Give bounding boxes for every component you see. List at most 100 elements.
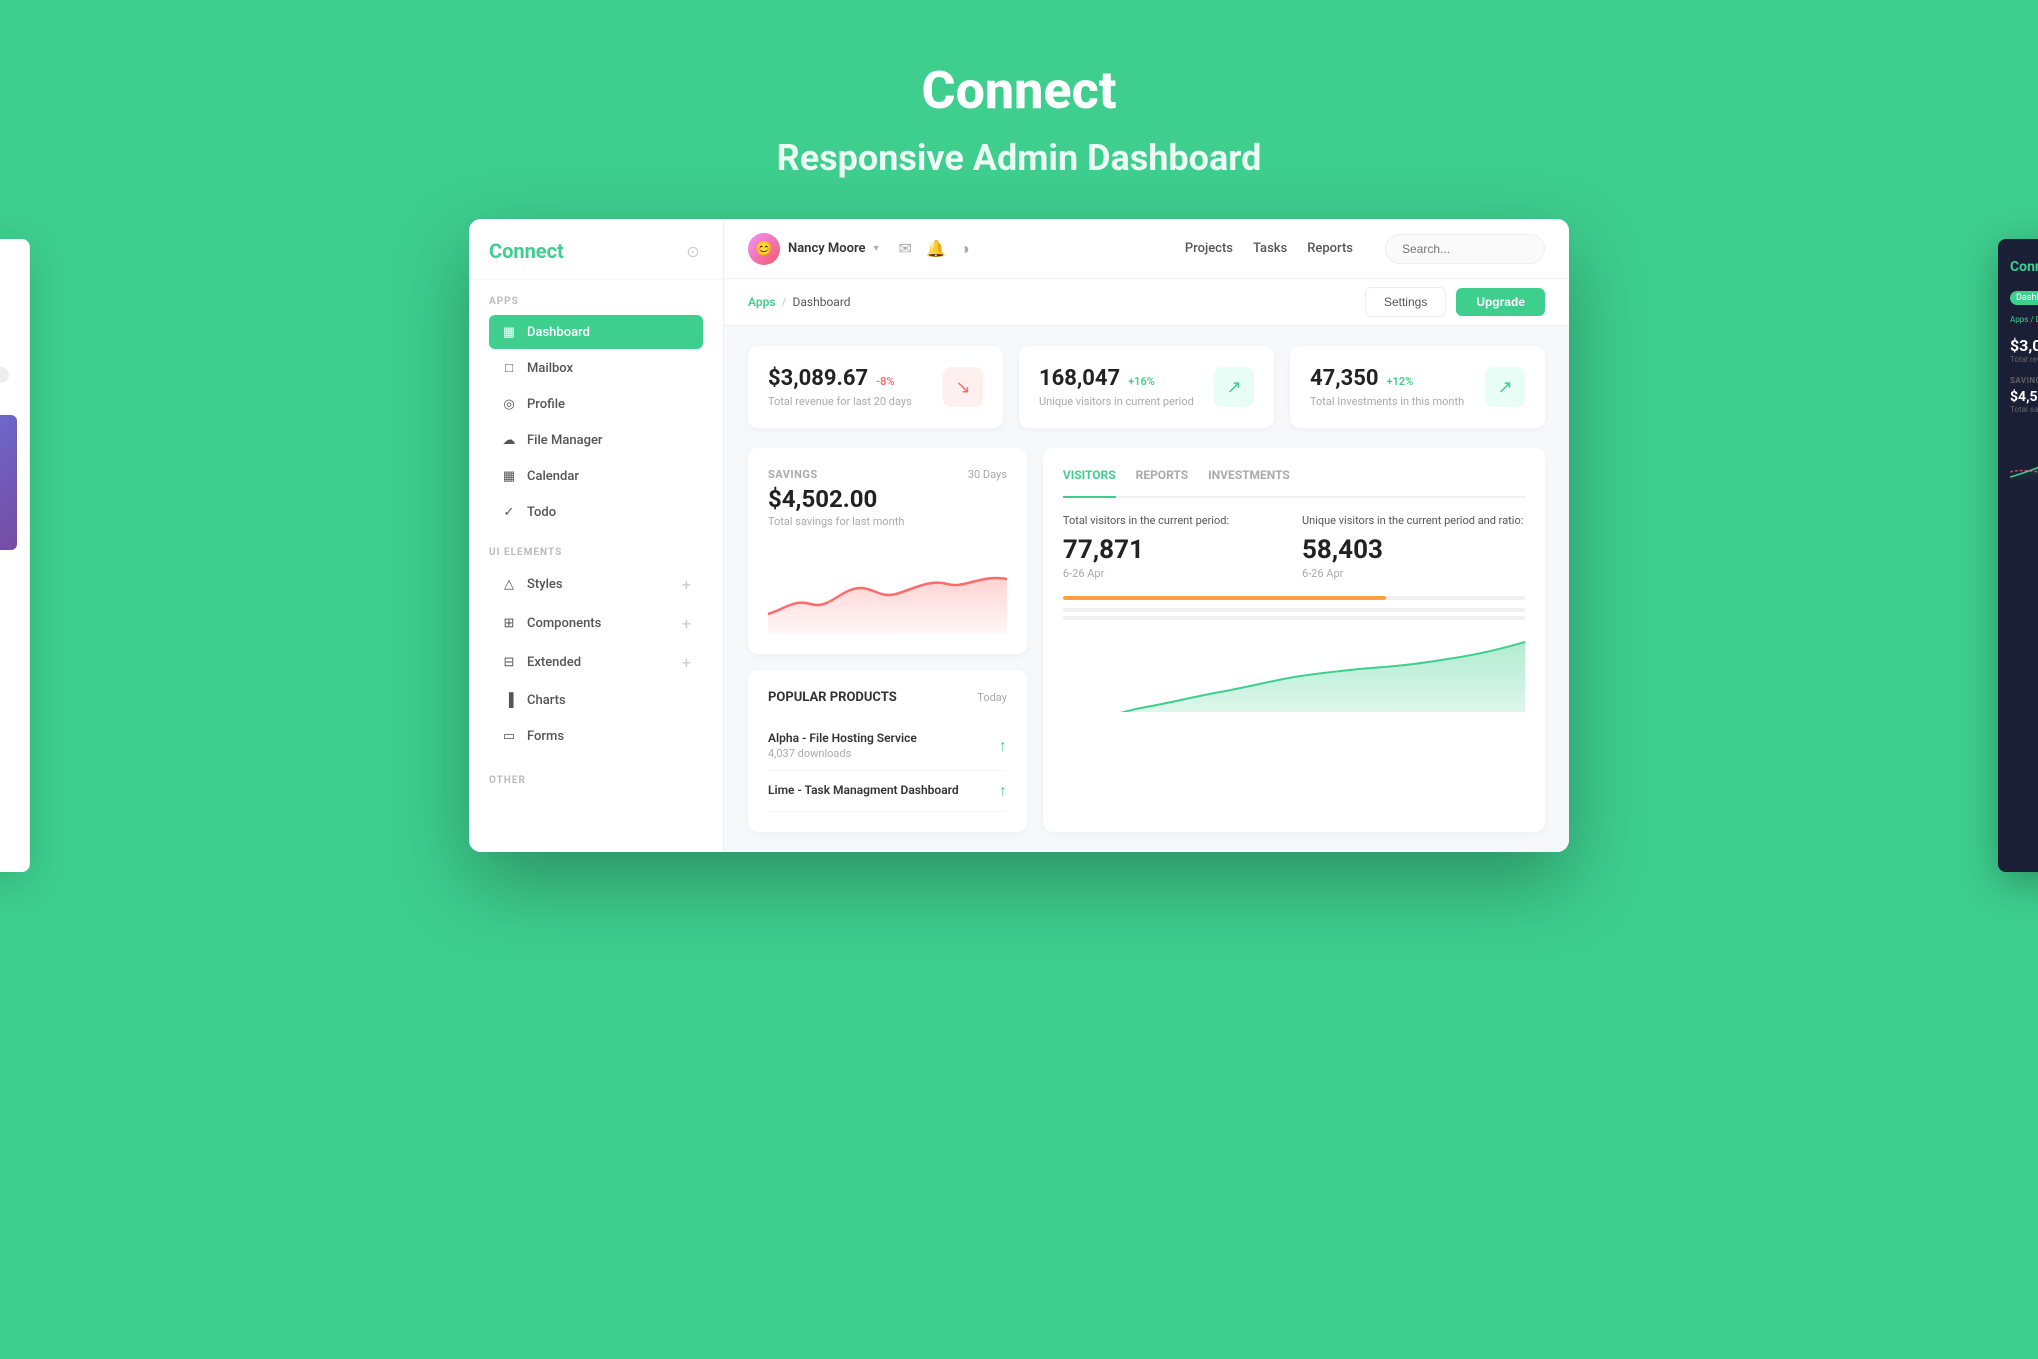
sidebar-item-profile[interactable]: ◎ Profile: [489, 387, 703, 421]
sidebar-item-styles[interactable]: △ Styles +: [489, 566, 703, 603]
stat-investments-value: 47,350: [1310, 366, 1379, 391]
sidebar-item-charts[interactable]: ▐ Charts: [489, 683, 703, 717]
extended-plus-icon: +: [682, 653, 691, 672]
mail-topbar-icon[interactable]: ✉: [899, 239, 912, 258]
ui-section-label: UI ELEMENTS: [489, 547, 703, 558]
folders-label: FOLDERS: [0, 591, 17, 601]
nav-reports[interactable]: Reports: [1307, 241, 1353, 256]
stat-revenue-badge: -8%: [876, 375, 894, 388]
savings-title: SAVINGS: [768, 468, 818, 481]
forms-icon: ▭: [501, 728, 517, 744]
extended-icon: ⊟: [501, 655, 517, 671]
sidebar-item-mailbox[interactable]: □ Mailbox: [489, 351, 703, 385]
dark-stat-label: Total revenue for last 20 days: [2010, 355, 2038, 364]
file-tab-extended[interactable]: Extended: [0, 367, 9, 383]
dark-chart-area: Apps: [2010, 422, 2038, 482]
dashboard-wrapper: Connect ⊙ APPS ▦ Dashboard □ Mailbox ◎ P…: [469, 219, 1569, 852]
sidebar-item-extended[interactable]: ⊟ Extended +: [489, 644, 703, 681]
search-input[interactable]: [1385, 234, 1545, 264]
stat-visitors-left: 168,047 +16% Unique visitors in current …: [1039, 366, 1194, 408]
visitors-unique-period: 6-26 Apr: [1302, 567, 1525, 580]
sidebar-item-dashboard[interactable]: ▦ Dashboard: [489, 315, 703, 349]
sidebar-item-forms[interactable]: ▭ Forms: [489, 719, 703, 753]
mailbox-icon: □: [501, 360, 517, 376]
hero-title: Connect: [20, 60, 2018, 121]
stat-investments-badge: +12%: [1387, 375, 1414, 388]
visitors-unique-label: Unique visitors in the current period an…: [1302, 514, 1525, 527]
sidebar-label-mailbox: Mailbox: [527, 361, 691, 376]
sidebar-item-components[interactable]: ⊞ Components +: [489, 605, 703, 642]
sidebar-label-file-manager: File Manager: [527, 433, 691, 448]
dark-panel: Connect Dashboard Apps ▾ Styles Apps / D…: [1998, 239, 2038, 872]
moon-topbar-icon[interactable]: ◑: [960, 239, 970, 259]
tab-reports[interactable]: REPORTS: [1136, 468, 1189, 484]
visitors-unique-value: 58,403: [1302, 535, 1525, 565]
stat-card-investments: 47,350 +12% Total Investments in this mo…: [1290, 346, 1545, 428]
product-alpha-arrow: ↑: [999, 736, 1007, 756]
breadcrumb-separator: /: [782, 295, 787, 309]
dark-breadcrumb: Apps / Dashboard: [2010, 315, 2038, 324]
upgrade-button[interactable]: Upgrade: [1456, 288, 1545, 316]
progress-container: [1063, 596, 1525, 600]
dark-nav-dashboard[interactable]: Dashboard: [2010, 291, 2038, 305]
tab-investments[interactable]: INVESTMENTS: [1208, 468, 1290, 484]
clock-icon[interactable]: ⊙: [683, 241, 703, 261]
products-card: POPULAR PRODUCTS Today Alpha - File Host…: [748, 670, 1027, 832]
savings-label: Total savings for last month: [768, 515, 1007, 528]
sidebar-label-components: Components: [527, 616, 672, 631]
stat-revenue-left: $3,089.67 -8% Total revenue for last 20 …: [768, 366, 912, 408]
calendar-icon: ▦: [501, 468, 517, 484]
dark-stat-block: $3,089.67 -8% Total revenue for last 20 …: [2010, 336, 2038, 364]
file-panel-icons: ✉ 🔔 ◑: [0, 255, 17, 347]
stats-row: $3,089.67 -8% Total revenue for last 20 …: [748, 346, 1545, 428]
revenue-trend-icon: ↘: [943, 367, 983, 407]
main-content: 😊 Nancy Moore ▾ ✉ 🔔 ◑ Projects Tasks Rep…: [724, 219, 1569, 852]
sidebar-item-file-manager[interactable]: ☁ File Manager: [489, 423, 703, 457]
sidebar-other-section: OTHER: [469, 759, 723, 798]
topbar-icons: ✉ 🔔 ◑: [899, 239, 970, 259]
visitors-card: VISITORS REPORTS INVESTMENTS Total visit…: [1043, 448, 1545, 832]
nav-projects[interactable]: Projects: [1185, 241, 1233, 256]
product-lime-info: Lime - Task Managment Dashboard: [768, 783, 959, 799]
visitors-stat-unique: Unique visitors in the current period an…: [1302, 514, 1525, 580]
file-name: IMG_08719.jpg: [0, 556, 17, 565]
sub-topbar: Apps / Dashboard Settings Upgrade: [724, 279, 1569, 326]
stat-revenue-value: $3,089.67: [768, 366, 868, 391]
savings-card: SAVINGS 30 Days $4,502.00 Total savings …: [748, 448, 1027, 654]
visitors-tabs: VISITORS REPORTS INVESTMENTS: [1063, 468, 1525, 498]
breadcrumb-parent[interactable]: Apps: [748, 295, 776, 309]
visitors-total-value: 77,871: [1063, 535, 1286, 565]
sidebar-label-profile: Profile: [527, 397, 691, 412]
components-plus-icon: +: [682, 614, 691, 633]
styles-plus-icon: +: [682, 575, 691, 594]
savings-value: $4,502.00: [768, 485, 1007, 513]
sidebar-label-extended: Extended: [527, 655, 672, 670]
dark-savings-value: $4,502.00: [2010, 389, 2038, 405]
visitors-trend-icon: ↗: [1214, 367, 1254, 407]
topbar-user[interactable]: 😊 Nancy Moore ▾: [748, 233, 879, 265]
product-alpha-name: Alpha - File Hosting Service: [768, 731, 917, 745]
sidebar-header: Connect ⊙: [469, 219, 723, 280]
tab-visitors[interactable]: VISITORS: [1063, 468, 1116, 498]
breadcrumb: Apps / Dashboard: [748, 295, 851, 309]
savings-card-header: SAVINGS 30 Days: [768, 468, 1007, 481]
topbar-username: Nancy Moore: [788, 241, 866, 256]
dark-savings-label: Total savings for last month: [2010, 405, 2038, 414]
sidebar-item-calendar[interactable]: ▦ Calendar: [489, 459, 703, 493]
nav-tasks[interactable]: Tasks: [1253, 241, 1287, 256]
bell-topbar-icon[interactable]: 🔔: [926, 239, 946, 258]
preview-container: ✉ 🔔 ◑ Components Extended RECENT FILES 🖼…: [0, 219, 2038, 892]
settings-button[interactable]: Settings: [1365, 287, 1446, 317]
file-thumbnail: 🖼: [0, 415, 17, 550]
charts-icon: ▐: [501, 692, 517, 708]
todo-icon: ✓: [501, 504, 517, 520]
topbar-nav: Projects Tasks Reports: [1185, 234, 1545, 264]
file-manager-icon: ☁: [501, 432, 517, 448]
sidebar-label-forms: Forms: [527, 729, 691, 744]
sub-topbar-actions: Settings Upgrade: [1365, 287, 1545, 317]
file-size: 657.9kb: [0, 565, 17, 573]
sidebar-apps-section: APPS ▦ Dashboard □ Mailbox ◎ Profile ☁ F…: [469, 280, 723, 535]
hero-subtitle: Responsive Admin Dashboard: [20, 137, 2018, 179]
sidebar-item-todo[interactable]: ✓ Todo: [489, 495, 703, 529]
visitors-stats: Total visitors in the current period: 77…: [1063, 514, 1525, 580]
